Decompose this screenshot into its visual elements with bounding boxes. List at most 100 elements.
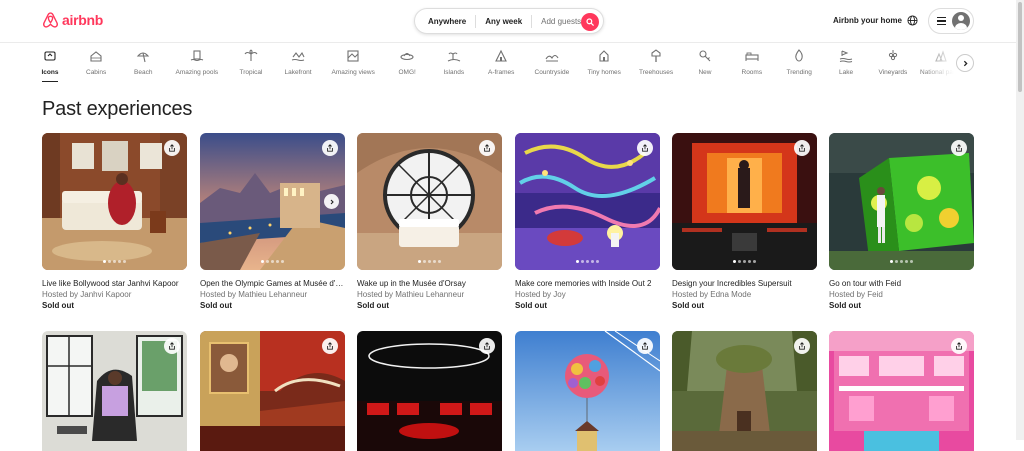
search-icon bbox=[586, 17, 594, 26]
share-button[interactable] bbox=[794, 140, 810, 156]
experience-card[interactable]: Make core memories with Inside Out 2 Hos… bbox=[515, 133, 660, 311]
category-cabins[interactable]: Cabins bbox=[86, 49, 106, 82]
search-when-button[interactable]: Any week bbox=[476, 9, 531, 33]
experience-card[interactable] bbox=[42, 331, 187, 451]
category-islands[interactable]: Islands bbox=[444, 49, 464, 82]
category-label: Lakefront bbox=[284, 69, 312, 76]
share-icon bbox=[642, 342, 648, 350]
experience-image[interactable] bbox=[200, 133, 345, 270]
experience-title: Go on tour with Feid bbox=[829, 279, 902, 288]
category-a-frames[interactable]: A-frames bbox=[488, 49, 514, 82]
experience-image[interactable] bbox=[200, 331, 345, 451]
category-new[interactable]: New bbox=[698, 49, 712, 82]
airbnb-logo-icon bbox=[43, 12, 58, 28]
category-amazing-pools[interactable]: Amazing pools bbox=[176, 49, 218, 82]
category-lake[interactable]: Lake bbox=[839, 49, 853, 82]
treehouse-icon bbox=[649, 49, 663, 63]
share-button[interactable] bbox=[322, 338, 338, 354]
experience-image[interactable] bbox=[42, 133, 187, 270]
palm-tree-icon bbox=[244, 49, 258, 63]
category-label: OMG! bbox=[398, 69, 416, 76]
category-label: Treehouses bbox=[639, 69, 674, 76]
share-icon bbox=[642, 144, 648, 152]
experience-image[interactable] bbox=[672, 133, 817, 270]
category-omg[interactable]: OMG! bbox=[399, 49, 416, 82]
category-label: Cabins bbox=[86, 69, 107, 76]
search-button[interactable] bbox=[581, 12, 599, 31]
experience-image[interactable] bbox=[42, 331, 187, 451]
experience-image[interactable] bbox=[357, 133, 502, 270]
category-icons[interactable]: Icons bbox=[41, 49, 58, 82]
experience-card[interactable]: Live like Bollywood star Janhvi Kapoor H… bbox=[42, 133, 187, 311]
experience-card[interactable] bbox=[829, 331, 974, 451]
category-label: New bbox=[698, 69, 712, 76]
experience-card[interactable]: Go on tour with Feid Hosted by Feid Sold… bbox=[829, 133, 974, 311]
category-countryside[interactable]: Countryside bbox=[535, 49, 569, 82]
experience-host: Hosted by Mathieu Lehanneur bbox=[357, 290, 465, 299]
countryside-icon bbox=[545, 49, 559, 63]
category-lakefront[interactable]: Lakefront bbox=[285, 49, 312, 82]
category-tiny-homes[interactable]: Tiny homes bbox=[588, 49, 621, 82]
beach-umbrella-icon bbox=[136, 49, 150, 63]
globe-icon[interactable] bbox=[907, 15, 918, 26]
share-button[interactable] bbox=[951, 140, 967, 156]
share-icon bbox=[799, 144, 805, 152]
share-button[interactable] bbox=[479, 338, 495, 354]
experience-card[interactable] bbox=[672, 331, 817, 451]
category-rooms[interactable]: Rooms bbox=[741, 49, 763, 82]
hamburger-icon bbox=[937, 17, 946, 25]
category-trending[interactable]: Trending bbox=[787, 49, 812, 82]
brand-name: airbnb bbox=[62, 12, 103, 28]
share-icon bbox=[956, 342, 962, 350]
category-label: Rooms bbox=[741, 69, 763, 76]
category-amazing-views[interactable]: Amazing views bbox=[332, 49, 375, 82]
category-vineyards[interactable]: Vineyards bbox=[879, 49, 907, 82]
vineyard-icon bbox=[886, 49, 900, 63]
category-treehouses[interactable]: Treehouses bbox=[639, 49, 673, 82]
experience-card[interactable]: Wake up in the Musée d'Orsay Hosted by M… bbox=[357, 133, 502, 311]
airbnb-your-home-link[interactable]: Airbnb your home bbox=[833, 16, 902, 25]
search-where-button[interactable]: Anywhere bbox=[415, 9, 475, 33]
share-button[interactable] bbox=[794, 338, 810, 354]
share-button[interactable] bbox=[637, 140, 653, 156]
experience-card[interactable]: Design your Incredibles Supersuit Hosted… bbox=[672, 133, 817, 311]
share-button[interactable] bbox=[322, 140, 338, 156]
experience-image[interactable] bbox=[829, 133, 974, 270]
experience-image[interactable] bbox=[515, 133, 660, 270]
experience-image[interactable] bbox=[357, 331, 502, 451]
experience-image[interactable] bbox=[515, 331, 660, 451]
bed-icon bbox=[745, 49, 759, 63]
image-next-button[interactable] bbox=[324, 194, 339, 209]
experience-card[interactable] bbox=[357, 331, 502, 451]
category-beach[interactable]: Beach bbox=[134, 49, 152, 82]
category-tropical[interactable]: Tropical bbox=[239, 49, 263, 82]
experience-title: Open the Olympic Games at Musée d'Orsay bbox=[200, 279, 345, 288]
share-icon bbox=[327, 342, 333, 350]
experience-host: Hosted by Joy bbox=[515, 290, 566, 299]
experience-status: Sold out bbox=[42, 301, 74, 310]
a-frame-icon bbox=[494, 49, 508, 63]
category-label: Lake bbox=[839, 69, 854, 76]
user-menu-button[interactable] bbox=[928, 8, 974, 34]
search-bar[interactable]: Anywhere Any week Add guests bbox=[414, 8, 604, 34]
experience-card[interactable]: Open the Olympic Games at Musée d'Orsay … bbox=[200, 133, 345, 311]
experience-title: Wake up in the Musée d'Orsay bbox=[357, 279, 466, 288]
share-button[interactable] bbox=[164, 338, 180, 354]
experience-image[interactable] bbox=[672, 331, 817, 451]
share-button[interactable] bbox=[479, 140, 495, 156]
category-label: Tropical bbox=[239, 69, 263, 76]
experience-image[interactable] bbox=[829, 331, 974, 451]
icons-icon bbox=[43, 49, 57, 63]
scrollbar-thumb[interactable] bbox=[1018, 2, 1022, 92]
airbnb-logo[interactable]: airbnb bbox=[42, 11, 103, 29]
experience-card[interactable] bbox=[515, 331, 660, 451]
image-pagination-dots bbox=[200, 260, 345, 263]
image-pagination-dots bbox=[357, 260, 502, 263]
share-button[interactable] bbox=[951, 338, 967, 354]
share-button[interactable] bbox=[637, 338, 653, 354]
experience-host: Hosted by Feid bbox=[829, 290, 883, 299]
category-next-button[interactable] bbox=[956, 54, 974, 72]
experience-card[interactable] bbox=[200, 331, 345, 451]
image-pagination-dots bbox=[42, 260, 187, 263]
share-button[interactable] bbox=[164, 140, 180, 156]
